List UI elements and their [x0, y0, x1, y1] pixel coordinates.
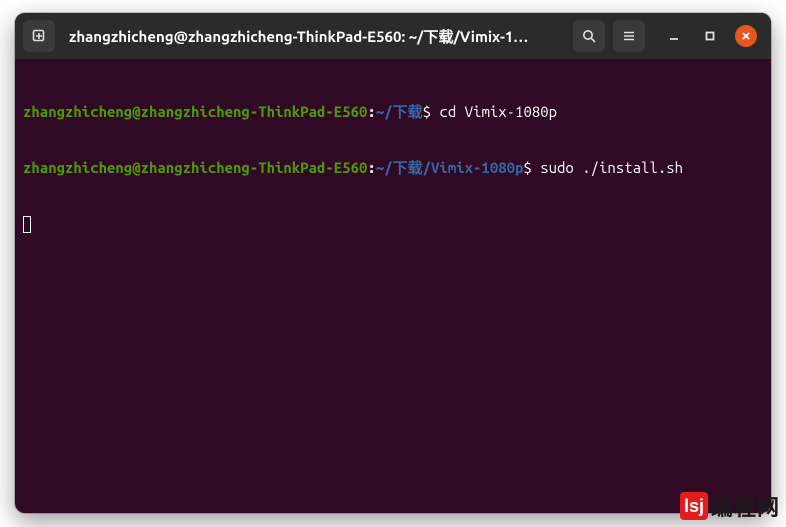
- search-icon: [581, 28, 597, 44]
- hamburger-icon: [621, 28, 637, 44]
- watermark-badge: lsj: [680, 492, 708, 520]
- prompt-user: zhangzhicheng@zhangzhicheng-ThinkPad-E56…: [23, 159, 367, 176]
- titlebar: zhangzhicheng@zhangzhicheng-ThinkPad-E56…: [15, 13, 771, 59]
- menu-button[interactable]: [613, 20, 645, 52]
- command-text: cd Vimix-1080p: [439, 103, 557, 120]
- terminal-line: zhangzhicheng@zhangzhicheng-ThinkPad-E56…: [23, 103, 763, 122]
- command-text: sudo ./install.sh: [540, 159, 683, 176]
- prompt-path: ~/下载/Vimix-1080p: [376, 159, 524, 176]
- maximize-icon: [705, 31, 715, 41]
- close-icon: [741, 31, 751, 41]
- prompt-colon: :: [367, 103, 375, 120]
- prompt-path: ~/下载: [376, 103, 423, 120]
- search-button[interactable]: [573, 20, 605, 52]
- window-controls: [653, 25, 763, 47]
- prompt-dollar: $: [523, 159, 540, 176]
- maximize-button[interactable]: [699, 25, 721, 47]
- cursor-line: [23, 215, 763, 235]
- prompt-colon: :: [367, 159, 375, 176]
- terminal-window: zhangzhicheng@zhangzhicheng-ThinkPad-E56…: [15, 13, 771, 513]
- prompt-user: zhangzhicheng@zhangzhicheng-ThinkPad-E56…: [23, 103, 367, 120]
- prompt-dollar: $: [423, 103, 440, 120]
- new-tab-icon: [31, 28, 47, 44]
- terminal-line: zhangzhicheng@zhangzhicheng-ThinkPad-E56…: [23, 159, 763, 178]
- new-tab-button[interactable]: [23, 20, 55, 52]
- terminal-body[interactable]: zhangzhicheng@zhangzhicheng-ThinkPad-E56…: [15, 59, 771, 513]
- minimize-button[interactable]: [663, 25, 685, 47]
- cursor-block: [23, 216, 31, 233]
- minimize-icon: [669, 31, 679, 41]
- window-title: zhangzhicheng@zhangzhicheng-ThinkPad-E56…: [63, 26, 565, 47]
- watermark: lsj 编程网: [680, 490, 780, 522]
- watermark-text: 编程网: [711, 490, 780, 522]
- close-button[interactable]: [735, 25, 757, 47]
